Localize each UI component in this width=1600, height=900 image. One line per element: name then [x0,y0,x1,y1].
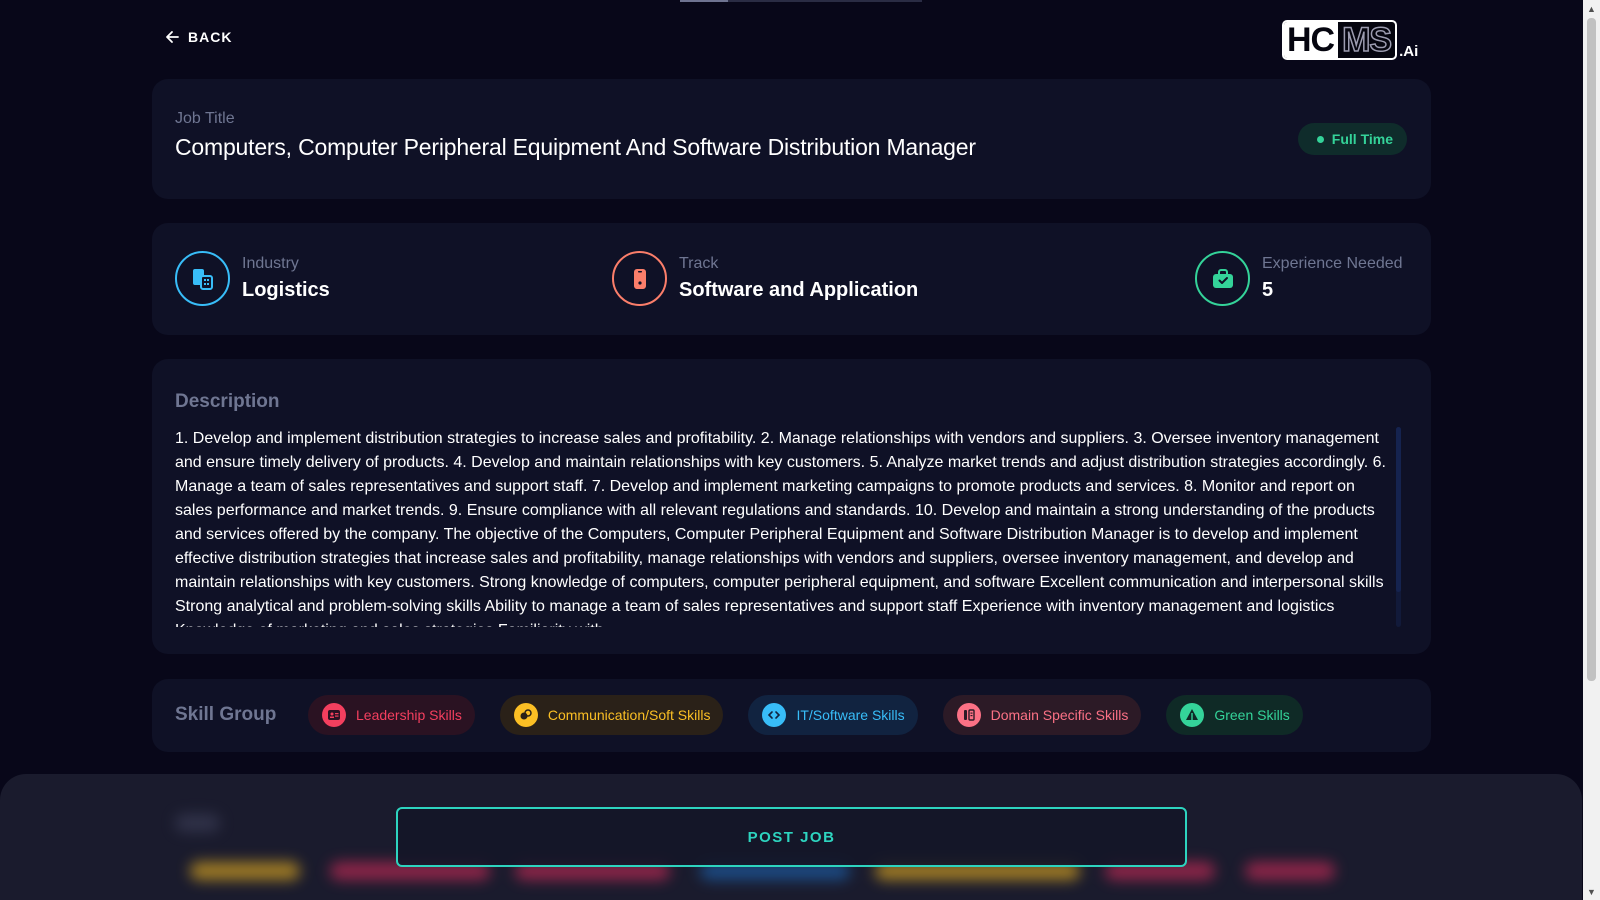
arrow-left-icon [166,31,179,43]
job-title-card: Job Title Computers, Computer Peripheral… [152,79,1431,199]
description-card: Description 1. Develop and implement dis… [152,359,1431,654]
scroll-down-arrow-icon[interactable]: ▼ [1583,883,1600,900]
status-dot-icon [1316,135,1324,143]
skill-group-heading: Skill Group [175,704,277,725]
industry-icon [175,251,230,306]
job-title: Computers, Computer Peripheral Equipment… [175,134,976,160]
industry-label: Industry [242,255,299,272]
industry-value: Logistics [242,279,330,301]
track-value: Software and Application [679,279,919,301]
skill-chip-green[interactable]: Green Skills [1166,695,1303,735]
skill-chip-label: IT/Software Skills [796,707,905,723]
scrollbar-thumb[interactable] [1587,18,1596,681]
leadership-icon [322,703,346,727]
skill-chip-domain-specific[interactable]: Domain Specific Skills [942,695,1142,735]
skill-chip-label: Green Skills [1214,707,1290,723]
post-job-button[interactable]: POST JOB [396,807,1187,867]
skill-chip-label: Leadership Skills [356,707,462,723]
track-label: Track [679,255,719,272]
page-scrollbar[interactable]: ▲ ▼ [1583,0,1600,900]
job-title-label: Job Title [175,110,235,127]
experience-value: 5 [1262,279,1274,301]
job-type-label: Full Time [1331,131,1393,147]
skill-group-card: Skill Group Leadership Skills Communicat… [152,679,1431,752]
track-info: Track Software and Application [612,251,918,306]
it-software-icon [762,703,787,727]
skill-chip-it-software[interactable]: IT/Software Skills [748,695,918,735]
logo-ai-text: .Ai [1399,43,1419,60]
hcms-logo: HC MS .Ai [1282,20,1418,60]
job-info-card: Industry Logistics Track Software and Ap… [152,223,1431,335]
briefcase-icon [1195,251,1250,306]
communication-icon [513,703,538,727]
logo-hc-text: HC [1284,22,1339,58]
skill-group-list: Leadership Skills Communication/Soft Ski… [308,695,1303,735]
green-icon [1180,703,1205,727]
back-button[interactable]: BACK [165,29,232,45]
job-type-badge: Full Time [1297,123,1407,155]
scroll-up-arrow-icon[interactable]: ▲ [1583,0,1600,17]
logo-ms-text: MS [1341,21,1393,59]
description-scrollbar[interactable] [1396,427,1401,627]
industry-info: Industry Logistics [175,251,330,306]
back-label: BACK [188,29,233,45]
experience-label: Experience Needed [1262,255,1403,272]
phone-icon [612,251,667,306]
experience-info: Experience Needed 5 [1195,251,1403,306]
skill-chip-communication[interactable]: Communication/Soft Skills [499,695,724,735]
domain-icon [956,703,981,727]
description-text[interactable]: 1. Develop and implement distribution st… [175,427,1387,627]
skill-chip-leadership[interactable]: Leadership Skills [308,695,475,735]
skill-chip-label: Communication/Soft Skills [547,707,711,723]
description-heading: Description [175,391,280,412]
skill-chip-label: Domain Specific Skills [990,707,1129,723]
page-loading-indicator [680,0,922,2]
